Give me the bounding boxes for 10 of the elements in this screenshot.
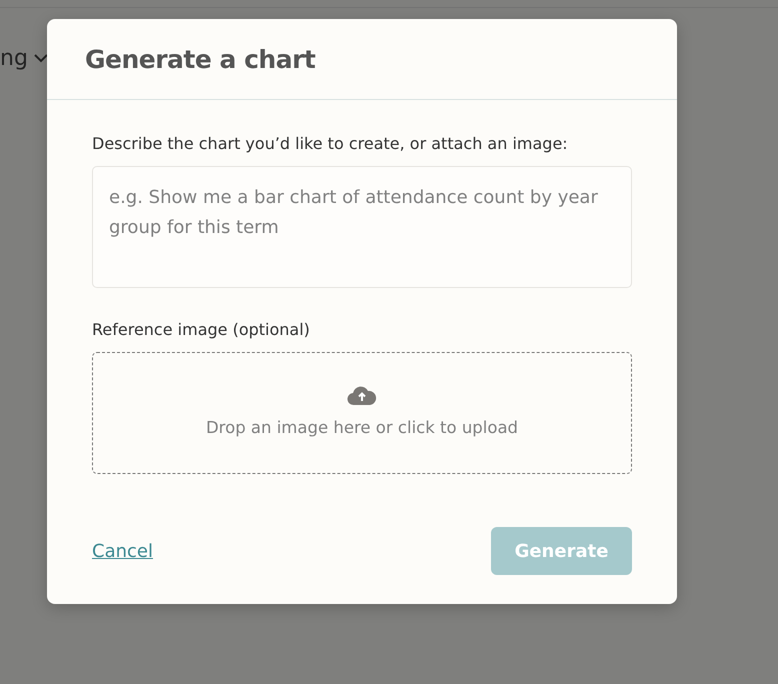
field-label: Describe the chart you’d like to create, or attach an image:	[92, 133, 569, 155]
field-label: Reference image (optional)	[92, 319, 311, 341]
description-field[interactable]: e.g. Show me a bar chart of attendance count by year group for this term	[92, 166, 632, 288]
chevron-icon	[34, 54, 48, 63]
dropzone-text: Drop an image here or click to upload	[206, 417, 518, 440]
cancel-link[interactable]: Cancel	[92, 538, 153, 564]
cloud-upload-icon	[347, 385, 377, 406]
menu-label: ng	[0, 45, 28, 73]
dialog-title: Generate a chart	[85, 45, 316, 75]
upload-dropzone[interactable]: Drop an image here or click to upload	[92, 352, 632, 474]
